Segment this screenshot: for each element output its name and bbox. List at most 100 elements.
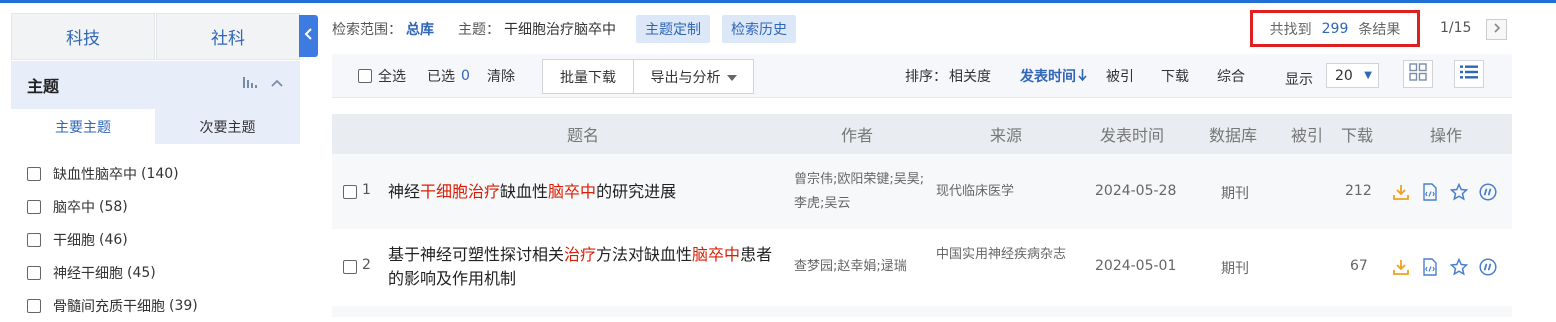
sidebar-collapse-button[interactable] <box>299 15 318 57</box>
facet-item-count: (45) <box>127 264 156 281</box>
facet-item[interactable]: 脑卒中 (58) <box>27 190 297 223</box>
topic-customize-button[interactable]: 主题定制 <box>636 15 710 43</box>
topic-value: 干细胞治疗脑卒中 <box>504 22 616 38</box>
col-cited: 被引 <box>1291 126 1324 145</box>
row-number: 1 <box>362 182 371 198</box>
title-part: 基于神经可塑性探讨相关 <box>388 245 565 264</box>
export-analysis-dropdown[interactable]: 导出与分析 <box>633 59 754 94</box>
display-label: 显示 <box>1285 72 1313 88</box>
col-source: 来源 <box>990 126 1023 145</box>
html-read-icon[interactable] <box>1421 258 1439 276</box>
tab-secondary-topic[interactable]: 次要主题 <box>155 109 300 144</box>
category-tabs: 科技 社科 <box>11 13 300 60</box>
title-part-highlight: 治疗 <box>564 245 597 264</box>
caret-down-icon <box>726 69 737 85</box>
selected-count: 已选 0 <box>427 54 470 98</box>
facet-item[interactable]: 骨髓间充质干细胞 (39) <box>27 289 297 322</box>
result-count-box: 共找到 299 条结果 <box>1250 10 1420 47</box>
article-date: 2024-05-01 <box>1095 258 1177 274</box>
col-author: 作者 <box>841 126 874 145</box>
article-authors[interactable]: 查梦园;赵幸娟;逯瑞 <box>794 255 934 279</box>
download-icon[interactable] <box>1392 183 1410 201</box>
sort-comprehensive[interactable]: 综合 <box>1217 54 1245 98</box>
article-title-link[interactable]: 神经干细胞治疗缺血性脑卒中的研究进展 <box>388 180 778 204</box>
chevron-up-icon[interactable] <box>270 76 284 92</box>
arrow-down-icon <box>1078 68 1087 85</box>
sort-downloads[interactable]: 下载 <box>1161 54 1189 98</box>
row-actions <box>1392 183 1497 201</box>
facet-checkbox[interactable] <box>27 265 41 280</box>
facet-checkbox[interactable] <box>27 232 41 247</box>
facet-item-label: 干细胞 <box>53 232 95 249</box>
page-size-select[interactable]: 20 ▼ <box>1326 63 1379 88</box>
chevron-left-icon <box>304 27 314 45</box>
grid-view-button[interactable] <box>1403 60 1433 88</box>
col-database: 数据库 <box>1209 126 1258 145</box>
tab-social-science[interactable]: 社科 <box>156 13 300 60</box>
table-row: 2 基于神经可塑性探讨相关治疗方法对缺血性脑卒中患者的影响及作用机制 查梦园;赵… <box>332 229 1512 304</box>
next-row-strip <box>332 306 1512 317</box>
article-downloads[interactable]: 212 <box>1345 183 1372 199</box>
article-database: 期刊 <box>1221 261 1249 277</box>
facet-item[interactable]: 干细胞 (46) <box>27 223 297 256</box>
row-number: 2 <box>362 257 371 273</box>
article-source[interactable]: 中国实用神经疾病杂志 <box>936 243 1076 267</box>
favorite-star-icon[interactable] <box>1450 258 1468 276</box>
html-read-icon[interactable] <box>1421 183 1439 201</box>
title-part-highlight: 干细胞治疗 <box>420 182 501 201</box>
filter-sidebar: 科技 社科 主题 主要主题 次要主题 缺血性脑卒中 (140) 脑卒中 (58) <box>11 13 300 317</box>
title-part-highlight: 脑卒中 <box>548 182 597 201</box>
select-all-label: 全选 <box>378 69 406 85</box>
selected-label: 已选 <box>427 69 455 85</box>
facet-item-count: (46) <box>99 231 128 248</box>
article-database: 期刊 <box>1221 186 1249 202</box>
row-checkbox[interactable] <box>343 185 357 199</box>
search-info-bar: 检索范围： 总库 主题： 干细胞治疗脑卒中 主题定制 检索历史 <box>332 15 808 43</box>
facet-checkbox[interactable] <box>27 199 41 214</box>
col-downloads: 下载 <box>1341 126 1374 145</box>
sort-relevance[interactable]: 相关度 <box>949 54 991 98</box>
select-all[interactable]: 全选 <box>358 54 406 98</box>
bar-chart-icon[interactable] <box>242 75 258 93</box>
article-source[interactable]: 现代临床医学 <box>936 180 1076 204</box>
tab-science-tech[interactable]: 科技 <box>11 13 155 60</box>
facet-item-count: (58) <box>99 198 128 215</box>
tab-primary-topic[interactable]: 主要主题 <box>11 109 155 144</box>
download-icon[interactable] <box>1392 258 1410 276</box>
next-page-button[interactable] <box>1486 19 1507 40</box>
page-indicator: 1/15 <box>1440 20 1472 36</box>
top-accent-line <box>0 0 1556 3</box>
col-actions: 操作 <box>1430 126 1463 145</box>
facet-tools <box>242 75 284 93</box>
facet-header: 主题 <box>11 61 300 109</box>
row-checkbox[interactable] <box>343 260 357 274</box>
favorite-star-icon[interactable] <box>1450 183 1468 201</box>
facet-title: 主题 <box>27 77 60 96</box>
batch-download-button[interactable]: 批量下载 <box>542 59 634 94</box>
result-count-prefix: 共找到 <box>1269 21 1312 38</box>
article-downloads[interactable]: 67 <box>1350 258 1368 274</box>
title-part: 缺血性 <box>500 182 549 201</box>
list-view-button[interactable] <box>1454 60 1484 88</box>
facet-checkbox[interactable] <box>27 298 41 313</box>
sort-cited[interactable]: 被引 <box>1106 54 1134 98</box>
results-table-header: 题名 作者 来源 发表时间 数据库 被引 下载 操作 <box>332 114 1512 154</box>
cite-icon[interactable] <box>1479 258 1497 276</box>
search-history-button[interactable]: 检索历史 <box>722 15 796 43</box>
result-count-suffix: 条结果 <box>1358 21 1401 38</box>
scope-value[interactable]: 总库 <box>406 19 434 39</box>
facet-checkbox[interactable] <box>27 166 41 181</box>
facet-item[interactable]: 缺血性脑卒中 (140) <box>27 157 297 190</box>
facet-item[interactable]: 神经干细胞 (45) <box>27 256 297 289</box>
clear-selection-link[interactable]: 清除 <box>487 54 515 98</box>
select-all-checkbox[interactable] <box>358 69 372 83</box>
facet-subtabs: 主要主题 次要主题 <box>11 109 300 144</box>
facet-list: 缺血性脑卒中 (140) 脑卒中 (58) 干细胞 (46) 神经干细胞 (45… <box>27 157 297 322</box>
cite-icon[interactable] <box>1479 183 1497 201</box>
table-row: 1 神经干细胞治疗缺血性脑卒中的研究进展 曾宗伟;欧阳荣键;吴昊;李虎;吴云 现… <box>332 154 1512 229</box>
sort-publish-date[interactable]: 发表时间 <box>1020 54 1087 98</box>
article-authors[interactable]: 曾宗伟;欧阳荣键;吴昊;李虎;吴云 <box>794 168 934 216</box>
article-title-link[interactable]: 基于神经可塑性探讨相关治疗方法对缺血性脑卒中患者的影响及作用机制 <box>388 243 778 291</box>
grid-view-icon <box>1409 63 1427 85</box>
page-size-value: 20 <box>1335 67 1353 84</box>
